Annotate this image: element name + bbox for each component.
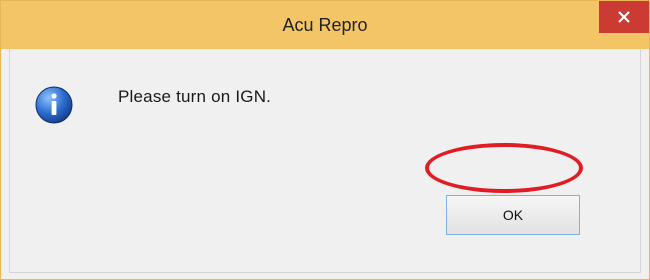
close-icon (618, 11, 630, 23)
ok-button[interactable]: OK (446, 195, 580, 235)
title-bar[interactable]: Acu Repro (1, 1, 649, 49)
dialog-message: Please turn on IGN. (118, 87, 272, 106)
message-box-window: Acu Repro Please turn on IGN. OK (0, 0, 650, 280)
close-button[interactable] (599, 1, 649, 33)
window-title: Acu Repro (282, 15, 368, 35)
info-icon (35, 86, 73, 124)
dialog-body: Please turn on IGN. OK (9, 49, 641, 273)
